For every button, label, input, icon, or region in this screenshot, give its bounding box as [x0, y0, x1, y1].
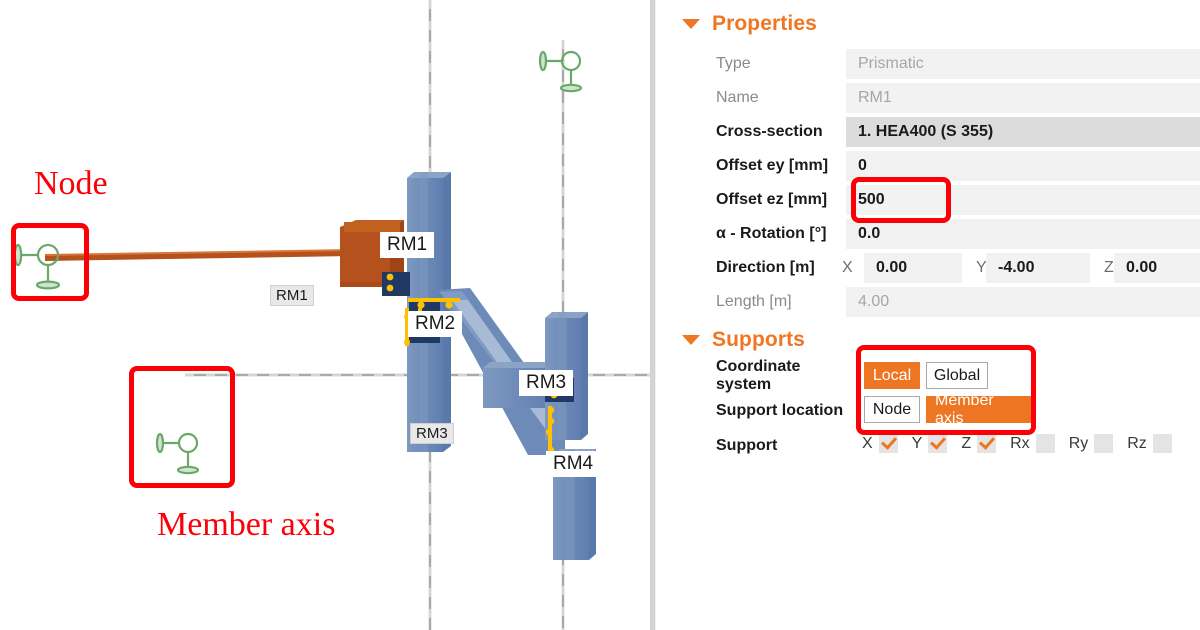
label-offset-ez: Offset ez [mm] — [716, 191, 828, 208]
label-name: Name — [716, 89, 759, 106]
annotation-box-offset-ez — [851, 177, 951, 223]
field-length: 4.00 — [846, 287, 1200, 317]
field-direction-y[interactable]: -4.00 — [986, 253, 1090, 283]
label-alpha-rotation: α - Rotation [°] — [716, 225, 827, 242]
dof-z[interactable]: Z — [961, 434, 997, 453]
dof-z-label: Z — [961, 434, 972, 452]
dof-ry-checkbox[interactable] — [1094, 434, 1114, 453]
dof-y[interactable]: Y — [912, 434, 948, 453]
dof-y-label: Y — [911, 434, 923, 452]
support-dof-group: X Y Z Rx Ry Rz — [862, 434, 1186, 453]
dof-ry-label: Ry — [1068, 434, 1089, 452]
caret-down-icon[interactable] — [682, 19, 700, 29]
field-name[interactable]: RM1 — [846, 83, 1200, 113]
annotation-box-node — [11, 223, 89, 301]
direction-fields: X 0.00 Y -4.00 Z 0.00 — [840, 253, 1200, 283]
properties-panel: Properties Type Prismatic Name RM1 Cross… — [656, 0, 1200, 630]
row-cross-section: Cross-section 1. HEA400 (S 355) — [656, 115, 1200, 149]
annotation-label-member-axis: Member axis — [157, 506, 336, 543]
axis-label-y: Y — [976, 259, 987, 276]
label-direction: Direction [m] — [716, 259, 815, 276]
dof-ry[interactable]: Ry — [1069, 434, 1114, 453]
row-direction: Direction [m] X 0.00 Y -4.00 Z 0.00 — [656, 251, 1200, 285]
model-viewport-3d[interactable]: RM1 RM2 RM3 RM4 RM1 RM3 Node Member axis — [0, 0, 650, 630]
label-coordinate-system: Coordinate system — [716, 358, 801, 393]
field-type[interactable]: Prismatic — [846, 49, 1200, 79]
member-tag-rm2[interactable]: RM2 — [408, 311, 463, 337]
dof-rx[interactable]: Rx — [1010, 434, 1055, 453]
properties-section-header[interactable]: Properties — [656, 12, 817, 36]
field-direction-x[interactable]: 0.00 — [864, 253, 962, 283]
field-direction-z[interactable]: 0.00 — [1114, 253, 1200, 283]
field-alpha-rotation[interactable]: 0.0 — [846, 219, 1200, 249]
dof-x[interactable]: X — [862, 434, 898, 453]
annotation-box-member-axis — [129, 366, 235, 488]
row-type: Type Prismatic — [656, 47, 1200, 81]
label-offset-ey: Offset ey [mm] — [716, 157, 829, 174]
dof-z-checkbox[interactable] — [977, 434, 997, 453]
member-rm1-axis — [44, 249, 353, 261]
annotation-label-node: Node — [34, 165, 108, 202]
supports-section-header[interactable]: Supports — [656, 328, 805, 352]
label-type: Type — [716, 55, 751, 72]
dof-x-label: X — [862, 434, 873, 452]
dof-rx-label: Rx — [1010, 434, 1030, 452]
dof-x-checkbox[interactable] — [878, 434, 898, 453]
axis-label-z: Z — [1104, 259, 1114, 276]
supports-section-title: Supports — [712, 328, 805, 351]
properties-section-title: Properties — [712, 12, 817, 35]
annotation-box-support-toggles — [856, 345, 1036, 435]
dof-y-checkbox[interactable] — [928, 434, 948, 453]
label-cross-section: Cross-section — [716, 123, 823, 140]
dof-rz-label: Rz — [1127, 434, 1147, 452]
label-support-location: Support location — [716, 402, 844, 419]
dof-rx-checkbox[interactable] — [1035, 434, 1055, 453]
member-tag-rm1-gray[interactable]: RM1 — [270, 285, 314, 306]
axis-label-x: X — [842, 259, 853, 276]
member-tag-rm1[interactable]: RM1 — [380, 232, 435, 258]
label-length: Length [m] — [716, 293, 792, 310]
dof-rz-checkbox[interactable] — [1152, 434, 1172, 453]
label-support: Support — [716, 437, 778, 454]
member-tag-rm3-gray[interactable]: RM3 — [410, 423, 454, 444]
caret-down-icon-supports[interactable] — [682, 335, 700, 345]
member-tag-rm4[interactable]: RM4 — [546, 451, 601, 477]
row-length: Length [m] 4.00 — [656, 285, 1200, 319]
member-tag-rm3[interactable]: RM3 — [519, 370, 574, 396]
row-name: Name RM1 — [656, 81, 1200, 115]
dof-rz[interactable]: Rz — [1127, 434, 1172, 453]
field-cross-section[interactable]: 1. HEA400 (S 355) — [846, 117, 1200, 147]
app-root: RM1 RM2 RM3 RM4 RM1 RM3 Node Member axis… — [0, 0, 1200, 630]
support-symbol-top-right — [538, 50, 583, 93]
